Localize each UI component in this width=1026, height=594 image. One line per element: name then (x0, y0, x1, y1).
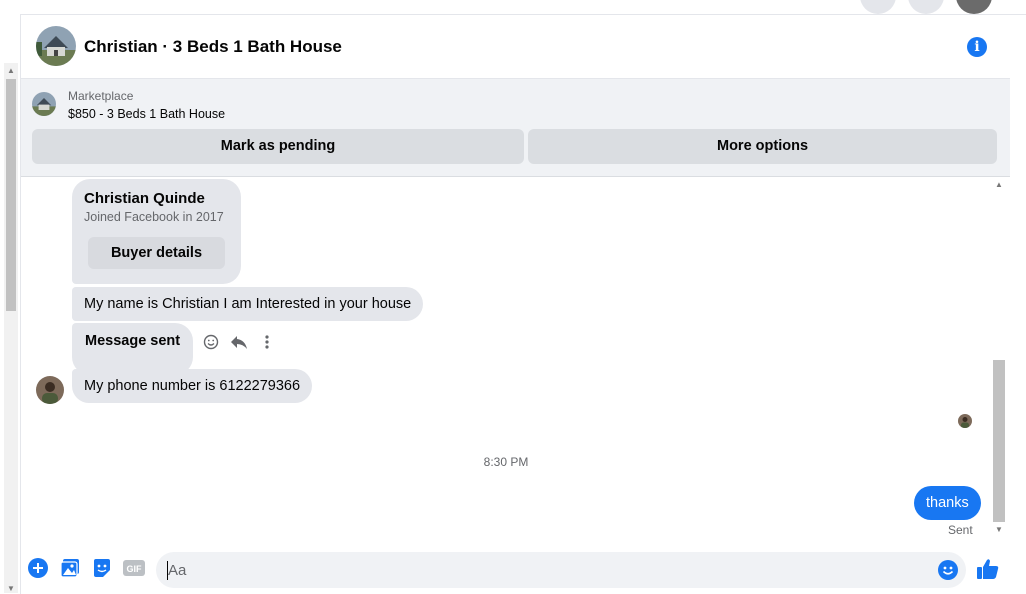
nav-circle-button[interactable] (908, 0, 944, 14)
scroll-up-arrow-icon[interactable]: ▲ (995, 181, 1003, 189)
chat-scrollbar-thumb[interactable] (993, 360, 1005, 522)
gif-label: GIF (127, 564, 143, 574)
chat-scrollbar[interactable]: ▲ ▼ (991, 177, 1007, 541)
page-scrollbar[interactable]: ▲ ▼ (4, 63, 18, 593)
react-icon[interactable] (201, 334, 221, 354)
message-bubble[interactable]: Message sent (72, 323, 194, 375)
scroll-down-arrow-icon[interactable]: ▼ (7, 585, 15, 593)
sender-avatar[interactable] (36, 376, 64, 404)
reply-icon[interactable] (229, 334, 249, 354)
buyer-joined: Joined Facebook in 2017 (84, 210, 224, 224)
plus-icon[interactable] (28, 558, 48, 578)
conversation-header: Christian · 3 Beds 1 Bath House i (21, 15, 1010, 79)
mark-as-pending-button[interactable]: Mark as pending (32, 129, 524, 164)
buyer-card: Christian Quinde Joined Facebook in 2017… (72, 179, 241, 284)
message-input[interactable]: Aa (156, 552, 966, 588)
listing-avatar[interactable] (36, 26, 76, 66)
message-list: Christian Quinde Joined Facebook in 2017… (21, 177, 991, 541)
scroll-up-arrow-icon[interactable]: ▲ (7, 67, 15, 75)
top-navbar-edge (0, 0, 1026, 15)
profile-avatar-button[interactable] (956, 0, 992, 14)
seen-avatar (958, 414, 972, 428)
gif-icon[interactable]: GIF (123, 558, 145, 578)
message-bubble[interactable]: My phone number is 6122279366 (72, 369, 313, 403)
marketplace-panel: Marketplace $850 - 3 Beds 1 Bath House M… (21, 79, 1010, 177)
buyer-name: Christian Quinde (84, 190, 205, 207)
my-message-bubble[interactable]: thanks (914, 486, 981, 520)
emoji-icon[interactable] (938, 560, 958, 580)
photo-icon[interactable] (60, 558, 80, 578)
message-bubble[interactable]: My name is Christian I am Interested in … (72, 287, 424, 321)
message-composer: GIF Aa (21, 541, 1010, 594)
listing-thumbnail[interactable] (32, 92, 56, 116)
like-icon[interactable] (976, 557, 1000, 581)
more-vertical-icon[interactable] (257, 334, 277, 354)
message-timestamp: 8:30 PM (483, 455, 529, 469)
info-icon[interactable]: i (967, 37, 987, 57)
message-status: Sent (948, 523, 973, 537)
sticker-icon[interactable] (92, 558, 112, 578)
listing-title[interactable]: $850 - 3 Beds 1 Bath House (68, 107, 225, 121)
message-input-placeholder: Aa (168, 562, 187, 579)
scroll-down-arrow-icon[interactable]: ▼ (995, 526, 1003, 534)
conversation-title: Christian · 3 Beds 1 Bath House (84, 37, 342, 56)
marketplace-label: Marketplace (68, 89, 134, 103)
more-options-button[interactable]: More options (528, 129, 997, 164)
nav-circle-button[interactable] (860, 0, 896, 14)
page-scrollbar-thumb[interactable] (6, 79, 16, 311)
buyer-details-button[interactable]: Buyer details (88, 237, 225, 269)
